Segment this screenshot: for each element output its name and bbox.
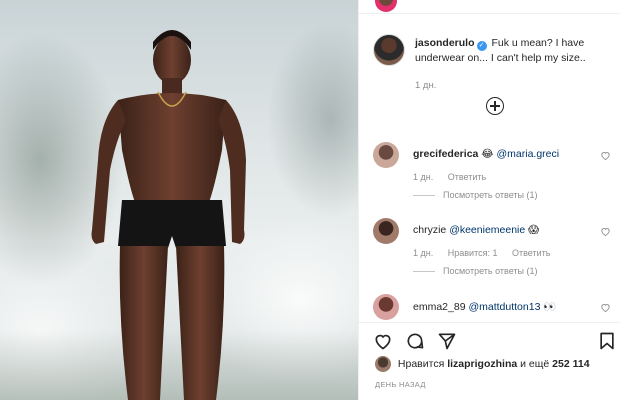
likes-prefix: Нравится: [397, 357, 445, 370]
replies-divider: [413, 271, 435, 273]
view-replies-button[interactable]: Посмотреть ответы (1): [443, 190, 538, 200]
comment-emoji: 👀: [543, 301, 557, 313]
author-avatar[interactable]: [373, 34, 405, 66]
comment-item: chryzie @keeniemeenie 😱 1 дн. Нравится: …: [373, 218, 613, 278]
likes-summary: Нравится lizaprigozhina и ещё 252 114: [375, 356, 590, 372]
add-icon[interactable]: [486, 97, 504, 115]
reply-button[interactable]: Ответить: [512, 248, 550, 258]
comment-mention[interactable]: @keeniemeenie: [449, 224, 525, 236]
liker-avatar[interactable]: [375, 356, 391, 372]
comment-time[interactable]: 1 дн.: [413, 172, 433, 182]
commenter-username[interactable]: emma2_89: [413, 301, 466, 313]
posted-time[interactable]: ДЕНЬ НАЗАД: [375, 380, 426, 389]
comment-mention[interactable]: @maria.greci: [497, 148, 560, 160]
share-icon[interactable]: [437, 331, 457, 351]
heart-icon[interactable]: [600, 226, 611, 237]
commenter-username[interactable]: grecifederica: [413, 148, 478, 160]
comment-time[interactable]: 1 дн.: [413, 248, 433, 258]
likes-count[interactable]: 252 114: [552, 358, 589, 370]
header-strip: [359, 0, 620, 14]
commenter-avatar[interactable]: [373, 294, 399, 320]
comment-emoji: 😂: [481, 148, 494, 160]
heart-icon[interactable]: [373, 331, 393, 351]
action-bar: [359, 322, 620, 356]
heart-icon[interactable]: [600, 302, 611, 313]
post-image[interactable]: [0, 0, 358, 400]
heart-icon[interactable]: [600, 150, 611, 161]
reply-button[interactable]: Ответить: [448, 172, 486, 182]
commenter-avatar[interactable]: [373, 218, 399, 244]
post-time[interactable]: 1 дн.: [415, 80, 436, 91]
replies-divider: [413, 195, 435, 197]
bookmark-icon[interactable]: [597, 331, 617, 351]
post-sidebar: jasonderulo ✓ Fuk u mean? I have underwea…: [358, 0, 620, 400]
author-username[interactable]: jasonderulo: [415, 37, 475, 49]
commenter-username[interactable]: chryzie: [413, 224, 446, 236]
header-avatar[interactable]: [375, 0, 397, 12]
verified-icon: ✓: [476, 41, 487, 51]
comment-likes[interactable]: Нравится: 1: [448, 248, 498, 258]
photo-subject: [91, 30, 246, 400]
view-replies-button[interactable]: Посмотреть ответы (1): [443, 266, 538, 276]
comment-item: emma2_89 @mattdutton13 👀: [373, 294, 613, 322]
comment-item: grecifederica 😂 @maria.greci 1 дн. Ответ…: [373, 142, 613, 202]
commenter-avatar[interactable]: [373, 142, 399, 168]
comment-mention[interactable]: @mattdutton13: [468, 301, 540, 313]
comment-emoji: 😱: [528, 224, 540, 236]
liker-username[interactable]: lizaprigozhina: [447, 358, 517, 370]
likes-suffix: и ещё: [520, 357, 550, 370]
comment-icon[interactable]: [405, 331, 425, 351]
